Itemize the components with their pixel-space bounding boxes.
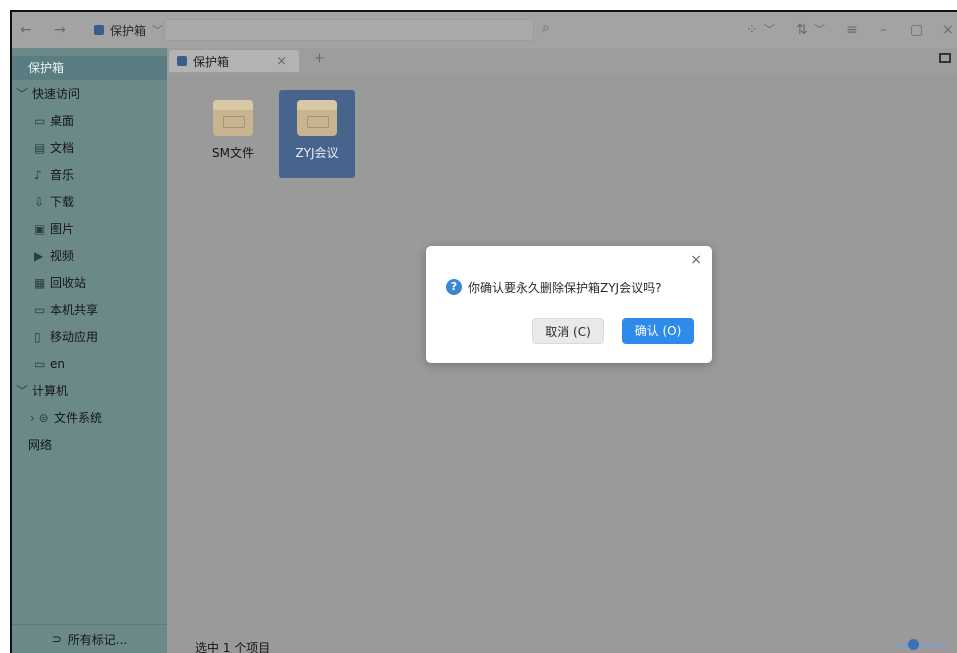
sidebar-item-music[interactable]: ♪ 音乐 (12, 163, 167, 187)
delete-confirm-dialog: × ? 你确认要永久删除保护箱ZYJ会议吗? 取消 (C) 确认 (O) (426, 246, 712, 363)
folder-icon: ▭ (34, 303, 46, 317)
phone-icon: ▯ (34, 330, 41, 344)
sidebar-item-label: 视频 (50, 249, 75, 263)
tab-vault[interactable]: 保护箱 × (169, 50, 299, 72)
sidebar: 保护箱 ﹀ 快速访问 ▭ 桌面 ▤ 文档 ♪ 音乐 ⇩ 下载 ▣ 图片 ▶ 视频 ▦ 回收站 ▭… (12, 48, 167, 653)
location-label: 保护箱 (110, 23, 147, 38)
folder-icon: ▭ (34, 357, 46, 371)
file-name: SM文件 (212, 146, 254, 160)
minimize-icon[interactable]: – (880, 20, 887, 40)
sidebar-item-documents[interactable]: ▤ 文档 (12, 136, 167, 160)
detail-panel-icon[interactable] (939, 53, 951, 63)
sidebar-item-label: 下载 (50, 195, 75, 209)
tab-label: 保护箱 (193, 54, 230, 69)
close-tab-icon[interactable]: × (276, 54, 287, 69)
sidebar-item-local-share[interactable]: ▭ 本机共享 (12, 298, 167, 322)
sidebar-item-label: 回收站 (50, 276, 87, 290)
vault-box-icon (213, 100, 253, 136)
file-manager-window: ← → 保护箱 ﹀ ⌕ ⁘ ﹀ ⇅ ﹀ ≡ – ▢ × 保护箱 ﹀ 快速访问 ▭ 桌… (10, 10, 957, 653)
document-icon: ▤ (34, 141, 46, 155)
sidebar-section-computer[interactable]: ﹀ 计算机 (12, 379, 167, 403)
disk-icon: › ⊜ (30, 411, 49, 425)
sidebar-item-label: 图片 (50, 222, 75, 236)
sidebar-item-label: 移动应用 (50, 330, 99, 344)
sidebar-item-label: 音乐 (50, 168, 75, 182)
sidebar-item-label: 文档 (50, 141, 75, 155)
sort-chevron-icon[interactable]: ﹀ (814, 20, 825, 40)
icon-view-icon[interactable]: ⁘ (746, 20, 758, 40)
sidebar-item-label: 保护箱 (28, 61, 65, 75)
forward-arrow-icon[interactable]: → (54, 20, 66, 40)
chevron-down-icon: ﹀ (16, 87, 29, 101)
sidebar-item-trash[interactable]: ▦ 回收站 (12, 271, 167, 295)
confirm-button[interactable]: 确认 (O) (622, 318, 694, 344)
maximize-icon[interactable]: ▢ (910, 20, 923, 40)
sidebar-item-filesystem[interactable]: › ⊜ 文件系统 (12, 406, 167, 430)
vault-icon (94, 25, 104, 35)
video-icon: ▶ (34, 249, 44, 263)
vault-box-icon (297, 100, 337, 136)
sidebar-section-network[interactable]: 网络 (12, 433, 167, 457)
sidebar-item-label: 计算机 (32, 384, 69, 398)
all-tags-label: 所有标记... (67, 632, 128, 647)
sidebar-item-vault[interactable]: 保护箱 (12, 56, 167, 80)
vault-icon (177, 56, 187, 66)
sidebar-section-quick-access[interactable]: ﹀ 快速访问 (12, 82, 167, 106)
tab-bar: 保护箱 × + (169, 48, 957, 74)
file-name: ZYJ会议 (295, 146, 339, 160)
download-icon: ⇩ (34, 195, 45, 209)
back-arrow-icon[interactable]: ← (20, 20, 32, 40)
selection-status: 选中 1 个项目 (195, 641, 271, 653)
cancel-button[interactable]: 取消 (C) (532, 318, 604, 344)
close-dialog-icon[interactable]: × (690, 252, 702, 268)
zoom-slider[interactable] (893, 639, 949, 650)
chevron-down-icon: ﹀ (152, 24, 164, 37)
sort-icon[interactable]: ⇅ (796, 20, 808, 40)
sidebar-item-label: 文件系统 (54, 411, 103, 425)
sidebar-item-label: en (50, 357, 65, 371)
location-breadcrumb[interactable]: 保护箱 ﹀ (94, 19, 164, 41)
sidebar-item-videos[interactable]: ▶ 视频 (12, 244, 167, 268)
zoom-knob[interactable] (908, 639, 919, 650)
add-tab-icon[interactable]: + (314, 51, 325, 66)
trash-icon: ▦ (34, 276, 46, 290)
question-icon: ? (446, 279, 462, 295)
sidebar-item-label: 网络 (28, 438, 53, 452)
status-bar: 选中 1 个项目 (169, 625, 957, 653)
sidebar-item-mobile-apps[interactable]: ▯ 移动应用 (12, 325, 167, 349)
sidebar-item-en[interactable]: ▭ en (12, 352, 167, 376)
music-icon: ♪ (34, 168, 42, 182)
sidebar-item-label: 桌面 (50, 114, 75, 128)
title-bar: ← → 保护箱 ﹀ ⌕ ⁘ ﹀ ⇅ ﹀ ≡ – ▢ × (12, 12, 957, 48)
sidebar-item-label: 本机共享 (50, 303, 99, 317)
sidebar-item-pictures[interactable]: ▣ 图片 (12, 217, 167, 241)
view-chevron-icon[interactable]: ﹀ (764, 20, 775, 40)
search-icon: ⌕ (542, 20, 550, 36)
close-window-icon[interactable]: × (942, 20, 954, 40)
zoom-track (893, 644, 949, 646)
monitor-icon: ▭ (34, 114, 46, 128)
sidebar-item-downloads[interactable]: ⇩ 下载 (12, 190, 167, 214)
file-item-zyj[interactable]: ZYJ会议 (279, 90, 355, 178)
dialog-message: 你确认要永久删除保护箱ZYJ会议吗? (468, 281, 662, 295)
all-tags-button[interactable]: ⊃ 所有标记... (12, 624, 167, 653)
search-input[interactable]: ⌕ (164, 19, 550, 41)
menu-icon[interactable]: ≡ (846, 20, 858, 40)
file-item-sm[interactable]: SM文件 (195, 90, 271, 178)
picture-icon: ▣ (34, 222, 46, 236)
chevron-down-icon: ﹀ (16, 384, 29, 398)
sidebar-item-desktop[interactable]: ▭ 桌面 (12, 109, 167, 133)
tag-icon: ⊃ (51, 632, 62, 646)
sidebar-item-label: 快速访问 (32, 87, 81, 101)
